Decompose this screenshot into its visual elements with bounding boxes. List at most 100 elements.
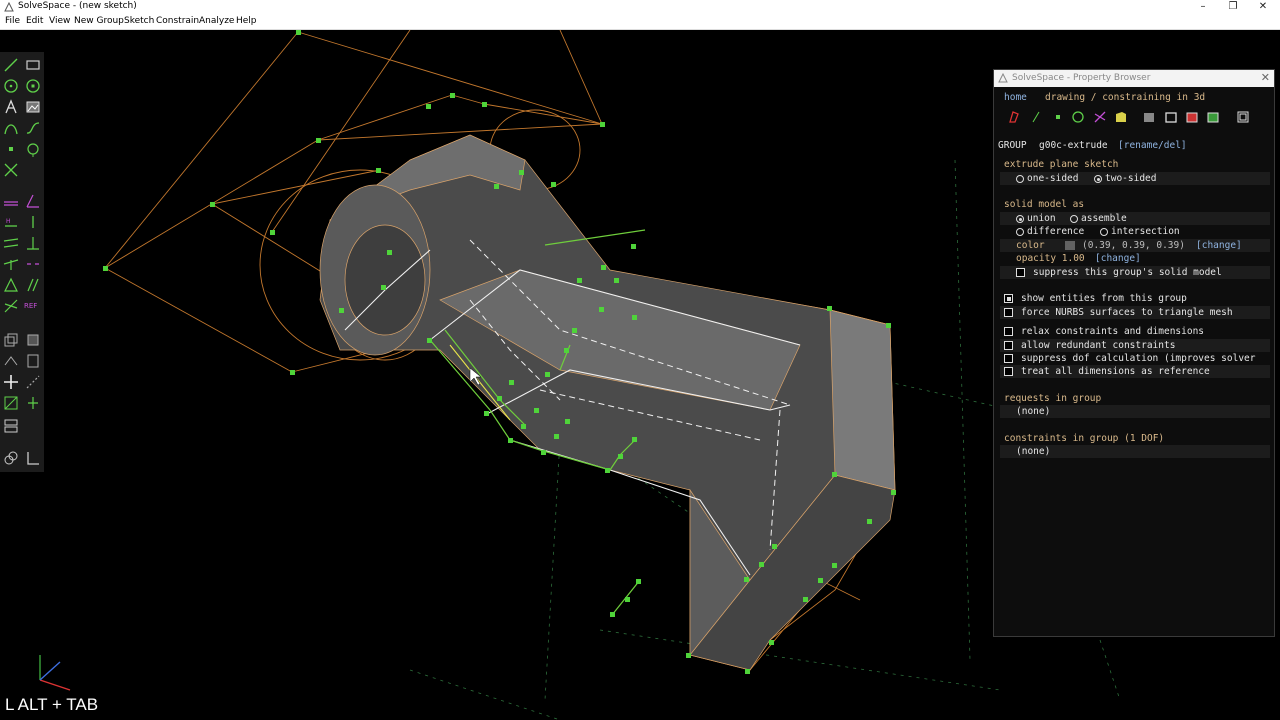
- lathe-icon[interactable]: [25, 332, 41, 348]
- property-browser: SolveSpace - Property Browser ✕ home dra…: [993, 69, 1275, 637]
- menu-sketch[interactable]: Sketch: [124, 16, 154, 26]
- opacity-change-link[interactable]: [change]: [1095, 253, 1141, 264]
- sketch-in-3d-icon[interactable]: [25, 395, 41, 411]
- extrude-heading: extrude plane sketch: [1004, 159, 1119, 170]
- line-icon[interactable]: [3, 57, 19, 73]
- solvespace-logo-icon: [998, 73, 1008, 83]
- opacity-label: opacity 1.00: [1016, 253, 1085, 264]
- two-sided-radio[interactable]: [1094, 175, 1102, 183]
- spline-icon[interactable]: [25, 120, 41, 136]
- menu-view[interactable]: View: [49, 16, 70, 26]
- nav-home-link[interactable]: home: [1004, 92, 1027, 103]
- angle-constraint-icon[interactable]: [25, 193, 41, 209]
- distance-constraint-icon[interactable]: [3, 193, 19, 209]
- show-outlines-icon[interactable]: [1185, 110, 1199, 124]
- helix-icon[interactable]: [25, 353, 41, 369]
- ortho-icon[interactable]: [25, 450, 41, 466]
- color-change-link[interactable]: [change]: [1196, 240, 1242, 251]
- extrude-icon[interactable]: [3, 332, 19, 348]
- show-faces-icon[interactable]: [1114, 110, 1128, 124]
- window-title: SolveSpace - (new sketch): [18, 1, 137, 11]
- color-label: color: [1016, 240, 1045, 251]
- union-label: union: [1027, 213, 1056, 224]
- perpendicular-constraint-icon[interactable]: [25, 235, 41, 251]
- intersection-label: intersection: [1111, 226, 1180, 237]
- rename-delete-link[interactable]: [rename/del]: [1118, 140, 1187, 151]
- requests-value: (none): [1016, 406, 1051, 417]
- show-constraints-icon[interactable]: [1093, 110, 1107, 124]
- assemble-icon[interactable]: [3, 450, 19, 466]
- keyboard-overlay-text: L ALT + TAB: [5, 695, 99, 714]
- assemble-radio[interactable]: [1070, 215, 1078, 223]
- one-sided-radio[interactable]: [1016, 175, 1024, 183]
- vertical-constraint-icon[interactable]: [25, 214, 41, 230]
- step-rotate-icon[interactable]: [25, 374, 41, 390]
- show-entities-label: show entities from this group: [1021, 293, 1187, 304]
- split-icon[interactable]: [3, 162, 19, 178]
- image-icon[interactable]: [25, 99, 41, 115]
- allow-redundant-checkbox[interactable]: [1004, 341, 1013, 350]
- close-button[interactable]: ✕: [1248, 0, 1278, 14]
- solvespace-logo-icon: [4, 2, 14, 12]
- axes-gizmo-icon: [39, 655, 71, 691]
- equal-constraint-icon[interactable]: [3, 277, 19, 293]
- circle-icon[interactable]: [3, 78, 19, 94]
- show-shaded-icon[interactable]: [1142, 110, 1156, 124]
- requests-heading: requests in group: [1004, 393, 1102, 404]
- one-sided-label: one-sided: [1027, 173, 1079, 184]
- on-point-constraint-icon[interactable]: [3, 256, 19, 272]
- rectangle-icon[interactable]: [25, 57, 41, 73]
- close-icon[interactable]: ✕: [1261, 71, 1270, 84]
- point-icon[interactable]: [3, 141, 19, 157]
- show-edges-icon[interactable]: [1164, 110, 1178, 124]
- link-icon[interactable]: [3, 418, 19, 434]
- relax-checkbox[interactable]: [1004, 327, 1013, 336]
- menu-edit[interactable]: Edit: [26, 16, 43, 26]
- menu-analyze[interactable]: Analyze: [199, 16, 234, 26]
- color-swatch[interactable]: [1065, 241, 1075, 250]
- tangent-constraint-icon[interactable]: [3, 298, 19, 314]
- suppress-solid-checkbox[interactable]: [1016, 268, 1025, 277]
- difference-radio[interactable]: [1016, 228, 1024, 236]
- allow-redundant-label: allow redundant constraints: [1021, 340, 1176, 351]
- restore-button[interactable]: ❐: [1218, 0, 1248, 14]
- show-entities-checkbox[interactable]: [1004, 294, 1013, 303]
- show-construction-icon[interactable]: [1071, 110, 1085, 124]
- force-nurbs-checkbox[interactable]: [1004, 308, 1013, 317]
- menu-constrain[interactable]: Constrain: [156, 16, 199, 26]
- horizontal-constraint-icon[interactable]: H: [3, 214, 19, 230]
- reference-constraint-icon[interactable]: REF: [24, 302, 44, 318]
- show-hidden-lines-icon[interactable]: [1236, 110, 1250, 124]
- menu-new-group[interactable]: New Group: [74, 16, 124, 26]
- intersection-radio[interactable]: [1100, 228, 1108, 236]
- parallel-constraint-icon[interactable]: [3, 235, 19, 251]
- workplane-new-icon[interactable]: [3, 395, 19, 411]
- menu-help[interactable]: Help: [236, 16, 257, 26]
- bezier-icon[interactable]: [3, 120, 19, 136]
- assemble-label: assemble: [1081, 213, 1127, 224]
- relax-label: relax constraints and dimensions: [1021, 326, 1205, 337]
- minimize-button[interactable]: –: [1188, 0, 1218, 14]
- suppress-dof-checkbox[interactable]: [1004, 354, 1013, 363]
- group-name: g00c-extrude: [1039, 140, 1108, 151]
- property-browser-titlebar: SolveSpace - Property Browser ✕: [994, 70, 1274, 87]
- show-points-icon[interactable]: [1051, 110, 1065, 124]
- show-normals-icon[interactable]: [1029, 110, 1043, 124]
- arc-icon[interactable]: [25, 78, 41, 94]
- svg-text:H: H: [6, 218, 11, 225]
- workplane-icon[interactable]: [25, 141, 41, 157]
- text-icon[interactable]: [3, 99, 19, 115]
- group-label: GROUP: [998, 140, 1027, 151]
- sketch-toolbar: H REF: [0, 52, 44, 472]
- menu-file[interactable]: File: [5, 16, 20, 26]
- union-radio[interactable]: [1016, 215, 1024, 223]
- symmetric-constraint-icon[interactable]: [25, 256, 41, 272]
- treat-reference-checkbox[interactable]: [1004, 367, 1013, 376]
- step-translate-icon[interactable]: [3, 374, 19, 390]
- revolve-icon[interactable]: [3, 353, 19, 369]
- show-mesh-icon[interactable]: [1206, 110, 1220, 124]
- suppress-dof-label: suppress dof calculation (improves solve…: [1021, 353, 1256, 364]
- show-workplane-icon[interactable]: [1007, 110, 1021, 124]
- midpoint-constraint-icon[interactable]: [25, 277, 41, 293]
- force-nurbs-label: force NURBS surfaces to triangle mesh: [1021, 307, 1233, 318]
